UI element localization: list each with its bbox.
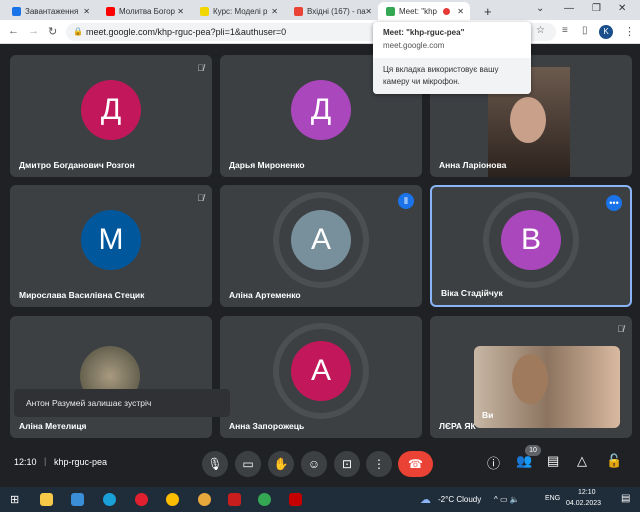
close-icon[interactable]: ✕ (271, 7, 278, 16)
tab-course[interactable]: Курс: Моделі р ✕ (192, 2, 284, 20)
app-icon[interactable] (228, 493, 241, 506)
download-icon (12, 6, 21, 16)
close-icon[interactable]: ✕ (177, 7, 184, 16)
raise-hand-button[interactable]: ✋ (268, 451, 294, 477)
tab-gmail[interactable]: Вхідні (167) - па ✕ (286, 2, 378, 20)
opera-icon[interactable] (135, 493, 148, 506)
reactions-button[interactable]: ☺ (301, 451, 327, 477)
mic-off-icon: 🎙̸ (197, 193, 204, 203)
windows-start-icon[interactable]: ⊞ (10, 493, 23, 506)
address-bar: ← → ↻ 🔒 meet.google.com/khp-rguc-pea?pli=… (0, 20, 640, 44)
participant-tile[interactable]: А Анна Запорожець (220, 316, 422, 438)
avatar: Д (81, 80, 141, 140)
recording-icon (443, 7, 450, 15)
chrome-icon[interactable] (166, 493, 179, 506)
menu-icon[interactable]: ⋮ (624, 25, 635, 38)
avatar: А (291, 341, 351, 401)
sidepanel-icon[interactable]: ▯ (582, 25, 588, 36)
profile-avatar[interactable]: K (599, 25, 613, 39)
tray-icons[interactable]: ^ ▭ 🔈 (494, 495, 520, 504)
weather-text[interactable]: -2°C Cloudy (438, 495, 481, 504)
participant-tile[interactable]: А ⦀ Аліна Артеменко (220, 185, 422, 307)
gmail-icon (294, 6, 303, 16)
avatar: М (81, 210, 141, 270)
meeting-time: 12:10 (14, 457, 37, 467)
tab-meet[interactable]: Meet: "khp ✕ (378, 2, 470, 20)
close-icon[interactable]: ✕ (365, 7, 372, 16)
close-window-icon[interactable]: ✕ (618, 3, 626, 14)
vpn-icon[interactable] (198, 493, 211, 506)
meet-icon (386, 6, 395, 16)
close-icon[interactable]: ✕ (83, 7, 90, 16)
present-button[interactable]: ⊡ (334, 451, 360, 477)
participant-tile[interactable]: Д 🎙̸ Дмитро Богданович Розгон (10, 55, 212, 177)
tab-youtube[interactable]: Молитва Богор ✕ (98, 2, 190, 20)
mail-icon[interactable] (71, 493, 84, 506)
camera-button[interactable]: ▭ (235, 451, 261, 477)
avatar: Д (291, 80, 351, 140)
self-view-video[interactable]: Ви (474, 346, 620, 428)
chat-icon[interactable]: ▤ (547, 453, 559, 469)
acrobat-icon[interactable] (289, 493, 302, 506)
notification-toast: Антон Разумей залишає зустріч (14, 389, 230, 417)
course-icon (200, 6, 209, 16)
edge-icon[interactable] (103, 493, 116, 506)
tab-bar: Завантаження ✕ Молитва Богор ✕ Курс: Модел… (0, 0, 640, 20)
more-options-button[interactable]: ⋮ (366, 451, 392, 477)
mic-off-icon: 🎙̸ (617, 324, 624, 334)
chrome-profile-icon[interactable] (258, 493, 271, 506)
participant-tile[interactable]: Аліна Метелиця (10, 316, 212, 438)
tab-downloads[interactable]: Завантаження ✕ (4, 2, 96, 20)
audio-level-icon: ⦀ (398, 193, 414, 209)
notifications-icon[interactable]: ▤ (621, 493, 630, 504)
clock-time[interactable]: 12:10 (578, 489, 596, 496)
avatar: В (501, 210, 561, 270)
star-icon[interactable]: ☆ (536, 25, 545, 36)
language-indicator[interactable]: ENG (545, 495, 560, 502)
new-tab-button[interactable]: + (476, 2, 492, 20)
more-options-icon[interactable]: ••• (606, 195, 622, 211)
taskbar: ⊞ ☁ -2°C Cloudy ^ ▭ 🔈 ENG 12:10 04.02.20… (0, 487, 640, 512)
tab-hover-card: Meet: "khp-rguc-pea" meet.google.com Ця в… (373, 22, 531, 94)
meeting-code: khp-rguc-pea (54, 457, 108, 467)
info-icon[interactable]: ⓘ (487, 453, 500, 472)
host-controls-icon[interactable]: 🔓 (606, 453, 622, 469)
forward-icon[interactable]: → (28, 25, 39, 37)
leave-call-button[interactable]: ☎ (398, 451, 433, 477)
participant-tile[interactable]: В ••• Віка Стадійчук (430, 185, 632, 307)
clock-date[interactable]: 04.02.2023 (566, 500, 601, 507)
maximize-icon[interactable]: ❐ (592, 3, 601, 14)
avatar: А (291, 210, 351, 270)
meeting-toolbar: 12:10 | khp-rguc-pea 🎙 ▭ ✋ ☺ ⊡ ⋮ ☎ ⓘ 👥 1… (0, 440, 640, 487)
participant-tile[interactable]: М 🎙̸ Мирослава Василівна Стецик (10, 185, 212, 307)
reload-icon[interactable]: ↻ (48, 25, 57, 38)
close-icon[interactable]: ✕ (457, 7, 464, 16)
tab-search-icon[interactable]: ⌄ (536, 3, 544, 14)
divider: | (44, 456, 47, 466)
participants-count: 10 (525, 445, 541, 456)
activities-icon[interactable]: △ (577, 453, 587, 469)
lock-icon: 🔒 (73, 27, 83, 36)
cloud-icon: ☁ (420, 494, 431, 506)
minimize-icon[interactable]: — (564, 3, 574, 14)
mic-off-icon: 🎙̸ (197, 63, 204, 73)
youtube-icon (106, 6, 115, 16)
mic-button[interactable]: 🎙 (202, 451, 228, 477)
media-icon[interactable]: ≡ (562, 25, 568, 36)
file-explorer-icon[interactable] (40, 493, 53, 506)
back-icon[interactable]: ← (8, 25, 19, 37)
